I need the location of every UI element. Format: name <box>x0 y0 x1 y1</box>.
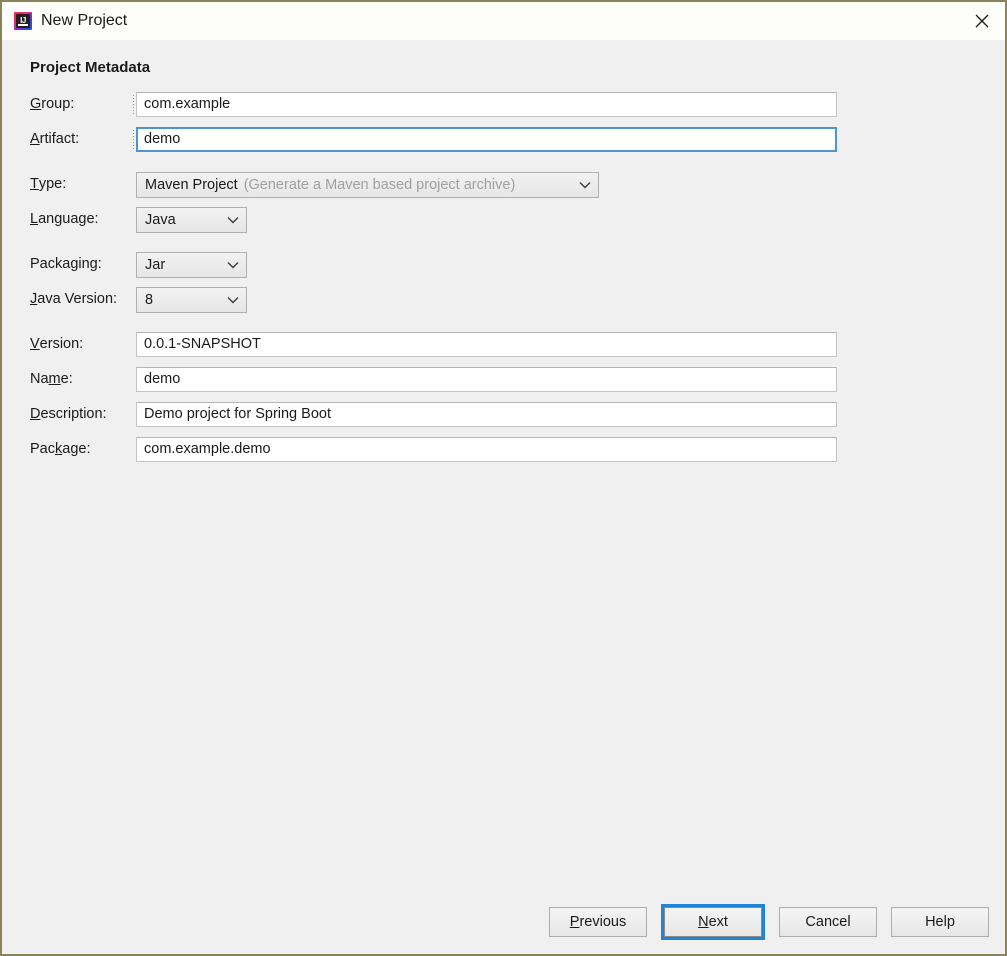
form-row-description: Description: <box>2 402 1005 427</box>
package-label: Pac k age: <box>30 441 91 458</box>
chevron-down-icon <box>220 288 246 312</box>
close-icon <box>975 14 989 28</box>
description-input[interactable] <box>136 402 837 427</box>
previous-button[interactable]: Previous <box>549 907 647 937</box>
dialog-content: Project Metadata Group: Artifact: Type: … <box>2 40 1005 954</box>
chevron-down-icon <box>220 253 246 277</box>
group-input[interactable] <box>136 92 837 117</box>
intellij-idea-icon: IJ <box>14 12 32 30</box>
new-project-dialog: IJ New Project Project Metadata Group: c… <box>0 0 1007 956</box>
version-input[interactable] <box>136 332 837 357</box>
section-heading: Project Metadata <box>30 59 151 76</box>
group-label: Group: <box>30 96 75 113</box>
chevron-down-icon <box>572 173 598 197</box>
type-label: Type: <box>30 176 67 193</box>
form-row-packaging: Packa g ing: Jar <box>2 252 1005 278</box>
form-row-version: Version: <box>2 332 1005 357</box>
help-button-wrap: Help <box>891 907 989 937</box>
packaging-value: Jar <box>145 256 166 273</box>
project-metadata-form: Group: Artifact: Type: Maven Project (Ge… <box>2 92 1005 472</box>
type-hint: (Generate a Maven based project archive) <box>243 176 516 193</box>
previous-button-wrap: Previous <box>549 907 647 937</box>
package-input[interactable] <box>136 437 837 462</box>
name-input[interactable] <box>136 367 837 392</box>
form-row-group: Group: <box>2 92 1005 117</box>
form-row-name: Na m e: <box>2 367 1005 392</box>
help-button[interactable]: Help <box>891 907 989 937</box>
java-version-label: Java Version: <box>30 291 118 308</box>
form-row-artifact: Artifact: <box>2 127 1005 152</box>
artifact-input[interactable] <box>136 127 837 152</box>
packaging-combobox[interactable]: Jar <box>136 252 247 278</box>
chevron-down-icon <box>220 208 246 232</box>
dialog-button-bar: Previous Next Cancel Help <box>2 904 1005 940</box>
language-label: Language: <box>30 211 99 228</box>
language-combobox[interactable]: Java <box>136 207 247 233</box>
form-row-package: Pac k age: <box>2 437 1005 462</box>
cancel-button[interactable]: Cancel <box>779 907 877 937</box>
type-value: Maven Project <box>145 176 238 193</box>
java-version-value: 8 <box>145 291 154 308</box>
group-field-marker <box>133 95 134 114</box>
artifact-label: Artifact: <box>30 131 80 148</box>
form-row-java-version: Java Version: 8 <box>2 287 1005 313</box>
type-combobox[interactable]: Maven Project (Generate a Maven based pr… <box>136 172 599 198</box>
artifact-field-marker <box>133 130 134 149</box>
close-button[interactable] <box>958 2 1005 40</box>
next-button-wrap: Next <box>661 904 765 940</box>
form-row-language: Language: Java <box>2 207 1005 233</box>
name-label: Na m e: <box>30 371 73 388</box>
dialog-title: New Project <box>41 12 128 29</box>
java-version-combobox[interactable]: 8 <box>136 287 247 313</box>
next-button[interactable]: Next <box>664 907 762 937</box>
packaging-label: Packa g ing: <box>30 256 102 273</box>
description-label: Description: <box>30 406 107 423</box>
cancel-button-wrap: Cancel <box>779 907 877 937</box>
form-row-type: Type: Maven Project (Generate a Maven ba… <box>2 172 1005 198</box>
version-label: Version: <box>30 336 84 353</box>
language-value: Java <box>145 211 176 228</box>
dialog-title-bar: IJ New Project <box>2 2 1005 40</box>
